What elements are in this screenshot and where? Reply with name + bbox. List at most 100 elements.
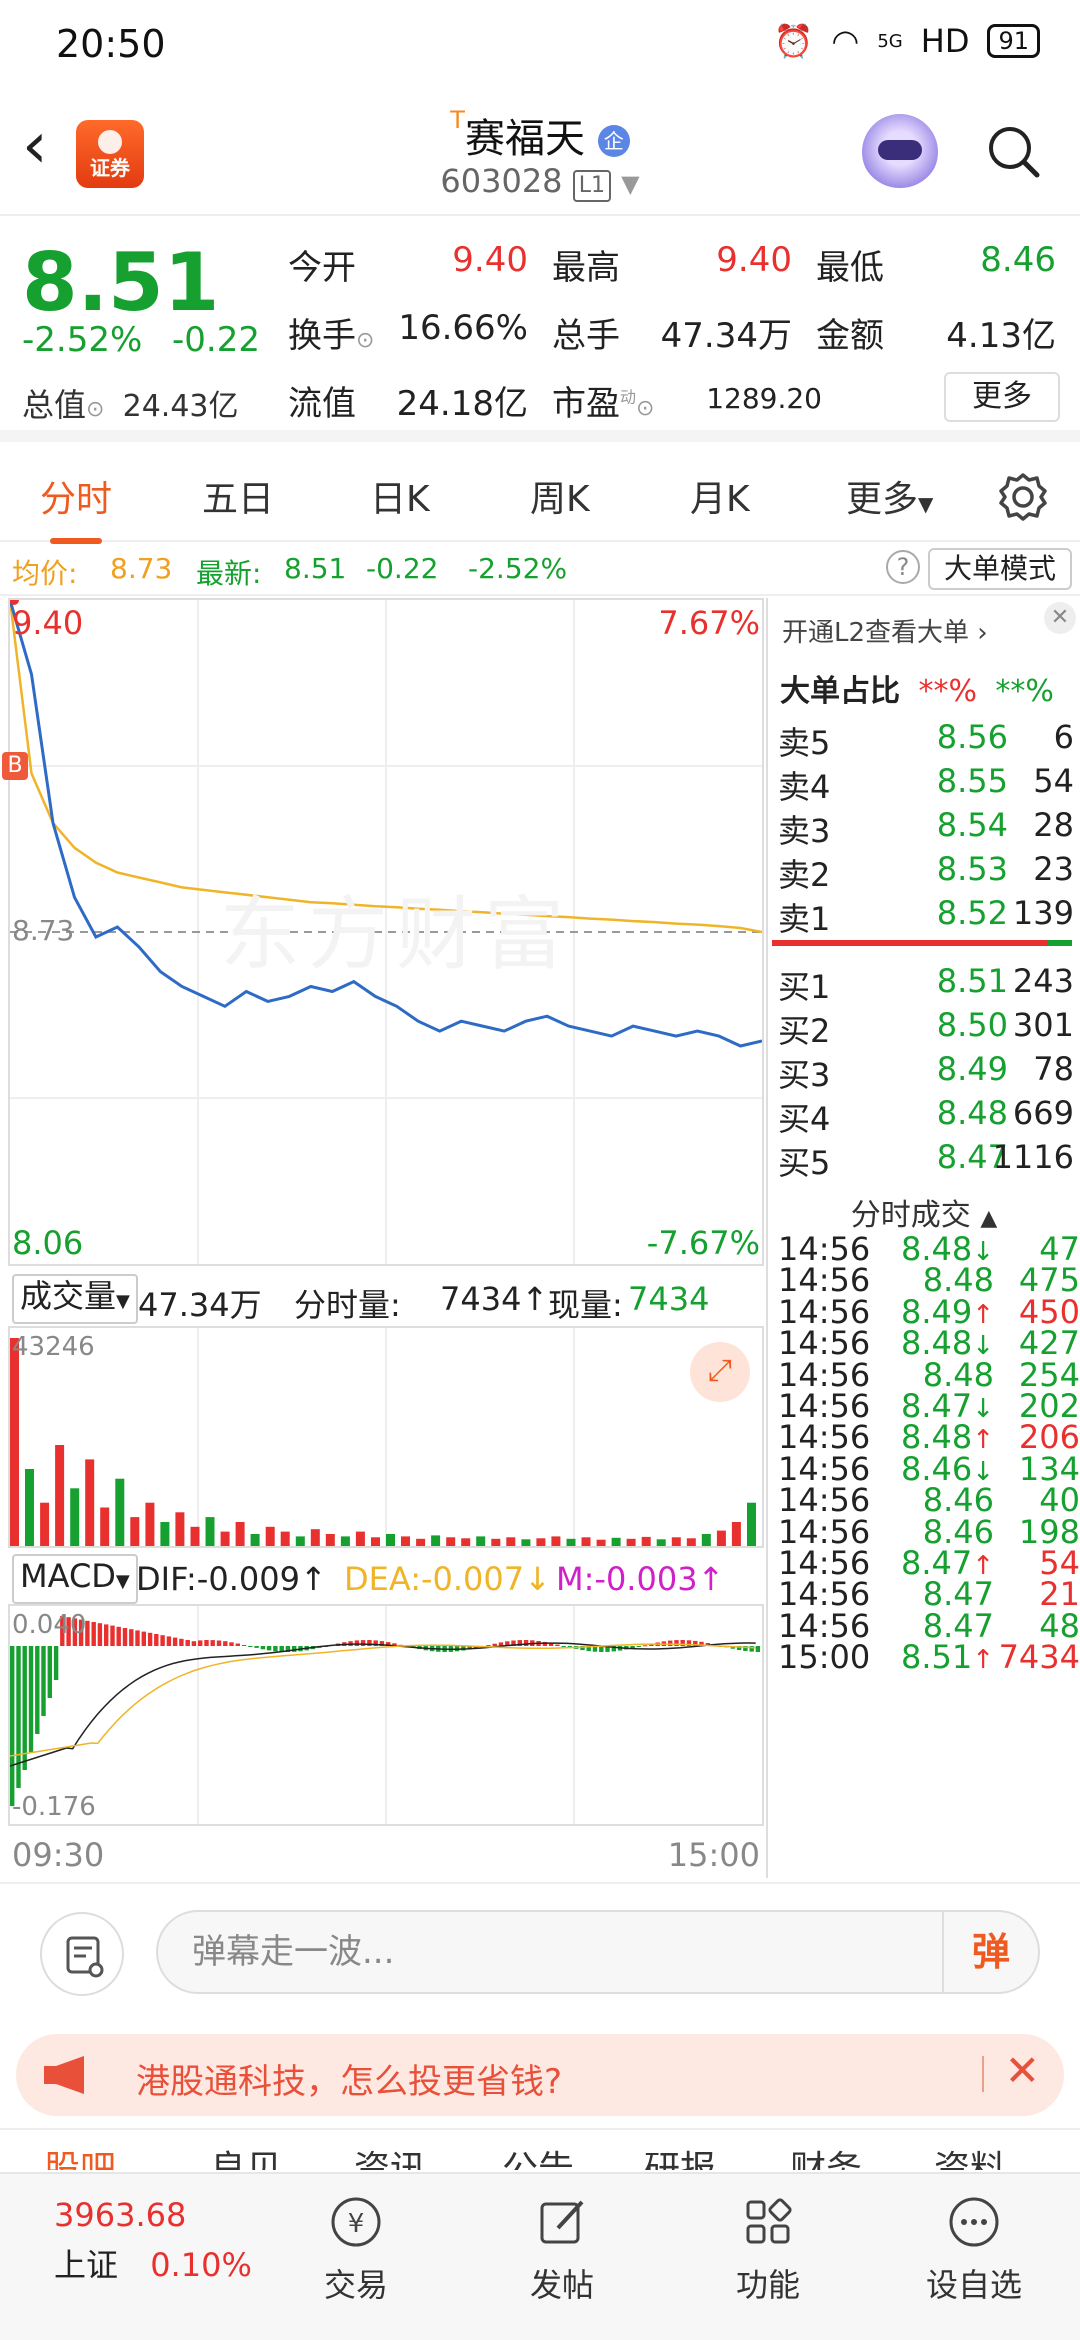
info-icon[interactable]: ⊙ bbox=[356, 328, 374, 353]
macd-bar bbox=[41, 1646, 46, 1716]
volume-bar bbox=[40, 1502, 50, 1546]
trade-price-value: 8.51 bbox=[900, 1638, 973, 1677]
volume-bar bbox=[205, 1517, 215, 1546]
chevron-down-icon[interactable]: ▼ bbox=[621, 170, 639, 198]
period-tabs: 分时 五日 日K 周K 月K 更多▼ bbox=[0, 454, 1080, 544]
nav-add-watchlist[interactable]: 设自选 bbox=[894, 2194, 1054, 2306]
macd-bar bbox=[147, 1632, 153, 1646]
volume-bar bbox=[416, 1538, 426, 1546]
expand-icon[interactable]: ⤢ bbox=[690, 1342, 750, 1402]
ask-row[interactable]: 卖1 8.52 139 bbox=[774, 894, 1074, 938]
volume-bar bbox=[536, 1538, 546, 1546]
ask-row[interactable]: 卖5 8.56 6 bbox=[774, 718, 1074, 762]
tab-weekly-k[interactable]: 周K bbox=[530, 470, 590, 522]
list-settings-icon[interactable] bbox=[40, 1912, 124, 1996]
mktcap-value: 24.43亿 bbox=[122, 389, 239, 424]
ask-row[interactable]: 卖4 8.55 54 bbox=[774, 762, 1074, 806]
nav-post[interactable]: 发帖 bbox=[482, 2194, 642, 2306]
ask-level: 卖3 bbox=[778, 812, 831, 850]
bid-row[interactable]: 买5 8.47 1116 bbox=[774, 1138, 1074, 1182]
volume-bar bbox=[175, 1512, 185, 1546]
danmu-send-button[interactable]: 弹 bbox=[942, 1912, 1038, 1992]
bid-qty: 669 bbox=[1012, 1094, 1074, 1132]
t-prefix: T bbox=[450, 106, 465, 134]
tab-news[interactable]: 资讯 bbox=[354, 2140, 426, 2170]
tab-five-day[interactable]: 五日 bbox=[202, 470, 274, 522]
status-time: 20:50 bbox=[56, 22, 166, 66]
intraday-chart[interactable]: 9.40 7.67% 8.73 8.06 -7.67% 东方财富 B bbox=[2, 598, 764, 1266]
promo-banner[interactable]: 港股通科技，怎么投更省钱? ✕ bbox=[16, 2034, 1064, 2116]
ask-row[interactable]: 卖3 8.54 28 bbox=[774, 806, 1074, 850]
robot-assistant-icon[interactable] bbox=[862, 114, 938, 190]
current-volume-label: 现量: bbox=[548, 1286, 623, 1324]
big-order-mode-button[interactable]: 大单模式 bbox=[928, 548, 1072, 590]
bid-ask-bar-green bbox=[1048, 940, 1072, 946]
volume-total: 47.34万 bbox=[138, 1286, 262, 1324]
index-name: 上证 bbox=[54, 2246, 119, 2284]
nav-functions[interactable]: 功能 bbox=[688, 2194, 848, 2306]
tab-research[interactable]: 研报 bbox=[644, 2140, 716, 2170]
tab-more[interactable]: 更多▼ bbox=[846, 470, 933, 522]
bid-row[interactable]: 买4 8.48 669 bbox=[774, 1094, 1074, 1138]
volume-bar bbox=[55, 1445, 65, 1546]
bid-row[interactable]: 买1 8.51 243 bbox=[774, 962, 1074, 1006]
macd-bar bbox=[110, 1625, 115, 1646]
search-icon[interactable] bbox=[986, 124, 1040, 178]
danmu-input[interactable]: 弹幕走一波... 弹 bbox=[156, 1910, 1040, 1994]
trades-header[interactable]: 分时成交 ▲ bbox=[768, 1190, 1080, 1234]
close-icon[interactable]: ✕ bbox=[1044, 602, 1076, 634]
close-icon[interactable]: ✕ bbox=[1005, 2046, 1040, 2095]
macd-selector[interactable]: MACD▼ bbox=[12, 1554, 138, 1604]
tab-profile[interactable]: 资料 bbox=[934, 2140, 1006, 2170]
volume-bar bbox=[551, 1536, 561, 1546]
gear-icon[interactable] bbox=[998, 472, 1048, 522]
volume-bar bbox=[100, 1507, 110, 1546]
macd-bar bbox=[555, 1644, 560, 1646]
ask-row[interactable]: 卖2 8.53 23 bbox=[774, 850, 1074, 894]
bid-row[interactable]: 买2 8.50 301 bbox=[774, 1006, 1074, 1050]
macd-bar bbox=[668, 1640, 673, 1646]
m-label: M: bbox=[556, 1560, 595, 1598]
tab-finance[interactable]: 财务 bbox=[790, 2140, 862, 2170]
high-cell: 最高 9.40 bbox=[552, 240, 792, 289]
macd-bar bbox=[523, 1640, 529, 1646]
volume-bar bbox=[731, 1522, 741, 1546]
volume-bar bbox=[190, 1526, 200, 1546]
top-pct-label: 7.67% bbox=[658, 604, 760, 642]
last-price: 8.51 bbox=[22, 236, 220, 329]
macd-bar bbox=[367, 1640, 372, 1646]
volume-selector[interactable]: 成交量▼ bbox=[12, 1274, 138, 1324]
volume-chart[interactable]: 43246 ⤢ bbox=[8, 1326, 764, 1548]
tab-monthly-k[interactable]: 月K bbox=[690, 470, 750, 522]
info-icon[interactable]: ⊙ bbox=[636, 396, 654, 421]
more-quote-button[interactable]: 更多 bbox=[944, 372, 1060, 422]
volume-bar bbox=[70, 1488, 80, 1546]
help-icon[interactable]: ? bbox=[886, 550, 920, 584]
tab-liangbei[interactable]: 良贝 bbox=[210, 2140, 282, 2170]
index-change: 0.10% bbox=[150, 2246, 252, 2284]
bid-level: 买3 bbox=[778, 1056, 831, 1094]
amount-value: 4.13亿 bbox=[946, 316, 1056, 356]
ask-level: 卖5 bbox=[778, 724, 831, 762]
low-label: 最低 bbox=[816, 248, 884, 288]
volume-bar bbox=[431, 1535, 441, 1546]
info-icon[interactable]: ⊙ bbox=[86, 397, 104, 422]
index-ticker[interactable]: 3963.68 上证 0.10% bbox=[54, 2196, 252, 2286]
tab-announcement[interactable]: 公告 bbox=[502, 2140, 574, 2170]
time-end: 15:00 bbox=[667, 1836, 760, 1874]
buy-marker[interactable]: B bbox=[2, 752, 28, 780]
tab-intraday[interactable]: 分时 bbox=[40, 470, 112, 544]
volume-bar bbox=[671, 1537, 681, 1546]
macd-bottom-label: -0.176 bbox=[12, 1792, 96, 1822]
top-price-label: 9.40 bbox=[12, 604, 84, 642]
tab-guba[interactable]: 股吧 bbox=[44, 2140, 116, 2170]
open-value: 9.40 bbox=[452, 240, 528, 280]
l2-link[interactable]: 开通L2查看大单 › bbox=[782, 612, 988, 649]
bid-row[interactable]: 买3 8.49 78 bbox=[774, 1050, 1074, 1094]
tab-daily-k[interactable]: 日K bbox=[370, 470, 430, 522]
macd-bar bbox=[642, 1645, 648, 1647]
macd-chart[interactable]: 0.040 -0.176 bbox=[8, 1604, 764, 1826]
ask-price: 8.52 bbox=[936, 894, 1008, 932]
volume-bar bbox=[686, 1538, 696, 1546]
nav-trade[interactable]: ¥ 交易 bbox=[276, 2194, 436, 2306]
